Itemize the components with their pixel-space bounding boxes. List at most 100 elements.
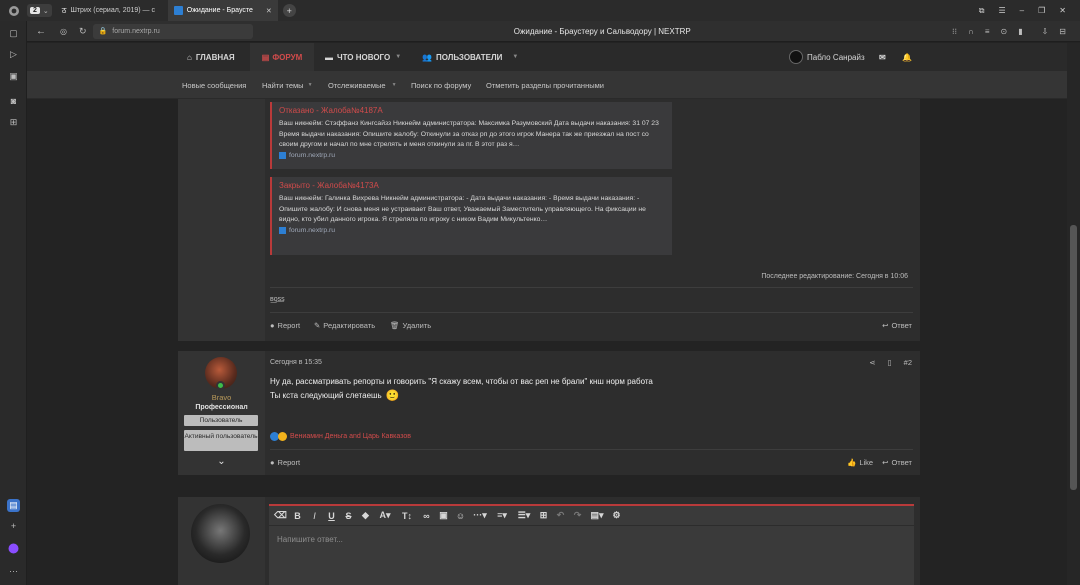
post-time[interactable]: Сегодня в 15:35 [270,359,322,366]
report-label: Report [277,458,301,467]
caret-down-icon: ▼ [512,54,519,60]
nav-whats-new[interactable]: ▬ ЧТО НОВОГО ▼ [325,43,401,71]
edit-button[interactable]: ✎ Редактировать [314,321,375,330]
subnav-search-forum[interactable]: Поиск по форуму [411,71,471,99]
reply-block: ⌫ B I U S ◆ A▾ T↕ ∞ ▣ ☺ ···▾ ≡▾ ☰▾ ⊞ ↶ ↷… [178,497,920,585]
italic-icon[interactable]: I [307,508,322,523]
underline-icon[interactable]: U [324,508,339,523]
close-window-icon[interactable]: ✕ [1059,6,1066,15]
reply-input[interactable]: Напишите ответ... [277,535,897,575]
post-1-user-column [178,99,265,341]
eraser-icon[interactable]: ⌫ [273,508,288,523]
reactions-bar[interactable]: Вениамин Деньга and Царь Кавказов [270,432,411,441]
strikethrough-icon[interactable]: S [341,508,356,523]
play-icon[interactable]: ▷ [7,48,20,61]
share-icon[interactable]: ⋖ [869,358,875,367]
nav-forum[interactable]: ▤ ФОРУМ [250,43,314,71]
downloads-icon[interactable]: ⇩ [1042,27,1049,36]
link-icon[interactable]: ∞ [419,508,434,523]
align-icon[interactable]: ≡▾ [492,508,512,523]
add-panel-icon[interactable]: + [7,519,20,532]
camera-icon[interactable]: ◙ [7,94,20,107]
shield-icon[interactable]: ◎ [60,27,67,36]
report-button[interactable]: ● Report [270,321,300,330]
back-icon[interactable]: ← [36,26,46,37]
forum-favicon-icon [279,226,286,234]
expand-chevron-icon[interactable]: ⌄ [178,456,265,467]
undo-icon[interactable]: ↶ [553,508,568,523]
browser-logo-icon[interactable] [0,0,27,21]
table-icon[interactable]: ⊞ [536,508,551,523]
docs-icon[interactable]: ▤ [7,499,20,512]
quote-title[interactable]: Отказано - Жалоба№4187А [279,106,665,115]
subnav-watched[interactable]: Отслеживаемые ▼ [328,71,397,99]
report-button[interactable]: ● Report [270,458,300,467]
author-name[interactable]: Bravo [178,393,265,402]
list-icon[interactable]: ☰▾ [514,508,534,523]
post-1: Отказано - Жалоба№4187А Ваш никнейм: Стэ… [178,99,920,341]
reply-button[interactable]: ↩ Ответ [882,458,912,467]
scrollbar-thumb[interactable] [1070,225,1077,490]
linked-quote[interactable]: Отказано - Жалоба№4187А Ваш никнейм: Стэ… [270,102,672,169]
collections-icon[interactable]: ▢ [7,27,20,40]
subnav-new-messages[interactable]: Новые сообщения [182,71,246,99]
messenger-icon[interactable]: ▣ [7,70,20,83]
tab-forum[interactable]: Ожидание - Браусте ✕ [167,0,278,21]
image-icon[interactable]: ▣ [436,508,451,523]
menu-icon[interactable]: ☰ [999,6,1006,15]
restore-icon[interactable]: ❐ [1038,6,1045,15]
quote-source[interactable]: forum.nextrp.ru [279,151,665,159]
quote-source[interactable]: forum.nextrp.ru [279,226,665,234]
settings-icon[interactable]: ⚙ [609,508,624,523]
report-label: Report [277,321,301,330]
reader-icon[interactable]: ≡ [985,27,990,36]
translate-icon[interactable]: ⁝⁝ [952,27,957,36]
drafts-icon[interactable]: ▤▾ [587,508,607,523]
bell-icon[interactable]: 🔔 [902,43,912,71]
bookmark-icon[interactable]: ▯ [888,358,892,367]
user-menu[interactable]: Пабло Санрайз [789,43,865,71]
tab-counter[interactable]: 2 ⌄ [27,4,52,17]
linked-quote[interactable]: Закрыто - Жалоба№4173А Ваш никнейм: Гали… [270,177,672,255]
lock-icon: 🔒 [98,28,108,35]
reload-icon[interactable]: ↻ [79,26,87,37]
minimize-icon[interactable]: – [1020,6,1024,15]
mail-icon[interactable]: ✉ [879,43,886,71]
edit-label: Редактировать [323,321,376,330]
editor-toolbar: ⌫ B I U S ◆ A▾ T↕ ∞ ▣ ☺ ···▾ ≡▾ ☰▾ ⊞ ↶ ↷… [273,508,624,523]
user-badge: Активный пользователь [184,430,258,451]
font-size-icon[interactable]: A▾ [375,508,395,523]
url-field[interactable]: 🔒 forum.nextrp.ru [92,23,253,39]
forum-sub-nav: Новые сообщения Найти темы ▼ Отслеживаем… [27,71,1067,99]
headphones-icon[interactable]: ∩ [968,27,974,36]
zoom-icon[interactable]: ⊙ [1000,27,1007,36]
nav-users[interactable]: 👥 ПОЛЬЗОВАТЕЛИ ▼ [422,43,518,71]
nav-home[interactable]: ⌂ ГЛАВНАЯ [187,43,235,71]
quote-title[interactable]: Закрыто - Жалоба№4173А [279,181,665,190]
redo-icon[interactable]: ↷ [570,508,585,523]
subnav-mark-read[interactable]: Отметить разделы прочитанными [486,71,604,99]
font-family-icon[interactable]: T↕ [397,508,417,523]
reaction-users[interactable]: Вениамин Деньга and Царь Кавказов [290,433,411,440]
apps-grid-icon[interactable]: ⊞ [7,116,20,129]
subnav-find-topics[interactable]: Найти темы ▼ [262,71,313,99]
color-icon[interactable]: ◆ [358,508,373,523]
avatar[interactable] [191,504,250,563]
new-tab-button[interactable]: + [282,4,296,17]
alice-icon[interactable] [7,542,20,555]
like-button[interactable]: 👍 Like [847,458,873,467]
post-number[interactable]: #2 [904,358,912,367]
delete-button[interactable]: 🗑 Удалить [390,321,431,330]
more-icon[interactable]: ··· [7,564,20,577]
bold-icon[interactable]: B [290,508,305,523]
extensions-icon[interactable]: ⊟ [1059,27,1066,36]
emoji-icon[interactable]: ☺ [453,508,468,523]
bookmarks-icon[interactable]: ⧉ [979,6,985,16]
more-options-icon[interactable]: ···▾ [470,508,490,523]
signature: ʙ͟ᴏ͟s͟s [270,296,285,303]
tab-serial[interactable]: ठ Штрих (сериал, 2019) — с [56,0,168,21]
close-tab-icon[interactable]: ✕ [266,7,272,15]
report-icon: ● [270,458,275,467]
reply-button[interactable]: ↩ Ответ [882,321,912,330]
bookmark-icon[interactable]: ▮ [1018,27,1022,36]
